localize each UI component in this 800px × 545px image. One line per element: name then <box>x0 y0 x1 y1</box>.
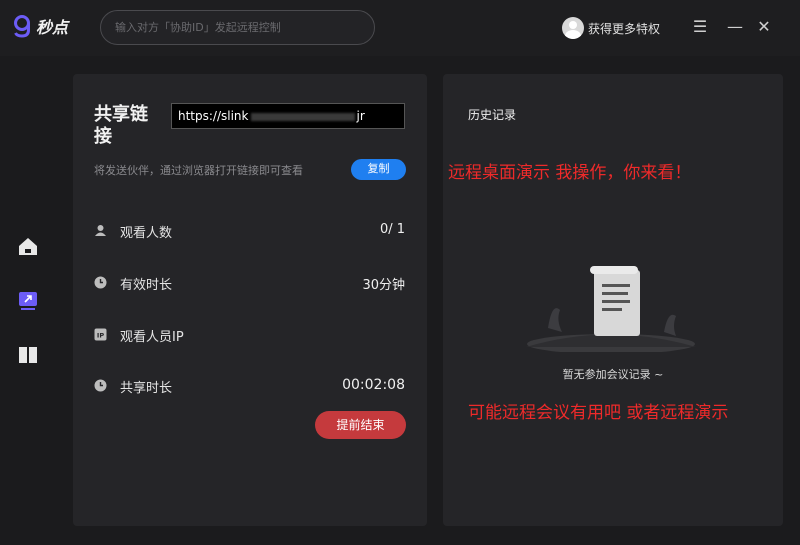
svg-text:IP: IP <box>97 332 104 340</box>
title-bar: 秒点 获得更多特权 ☰ — ✕ <box>0 0 800 56</box>
empty-history-text: 暂无参加会议记录 ~ <box>562 368 664 381</box>
remote-desktop-icon[interactable] <box>17 290 39 312</box>
end-early-button[interactable]: 提前结束 <box>315 411 406 439</box>
sidebar <box>0 56 56 545</box>
app-logo: 秒点 <box>12 14 68 38</box>
search-box[interactable] <box>100 10 375 45</box>
privilege-link[interactable]: 获得更多特权 <box>588 20 660 37</box>
valid-duration-label: 有效时长 <box>120 278 173 293</box>
share-duration-label: 共享时长 <box>120 381 173 396</box>
home-icon[interactable] <box>17 236 39 258</box>
valid-duration-value: 30分钟 <box>362 278 405 293</box>
clock-icon <box>94 379 107 392</box>
viewer-ip-label: 观看人员IP <box>120 330 184 345</box>
user-icon <box>95 225 106 236</box>
book-icon[interactable] <box>17 344 39 366</box>
empty-document-icon <box>526 266 696 352</box>
share-duration-value: 00:02:08 <box>342 377 405 393</box>
menu-icon[interactable]: ☰ <box>690 17 710 37</box>
history-panel: 历史记录 暂无参加会议记录 ~ <box>443 74 783 526</box>
share-hint: 将发送伙伴，通过浏览器打开链接即可查看 <box>94 164 303 177</box>
history-title: 历史记录 <box>468 108 517 122</box>
redacted-link <box>250 112 355 121</box>
share-link-field[interactable]: https://slink jr <box>171 103 405 129</box>
copy-button[interactable]: 复制 <box>351 159 406 180</box>
link-suffix: jr <box>356 109 365 123</box>
share-title: 共享链接 <box>94 104 148 147</box>
logo-icon <box>14 15 30 38</box>
annotation-top: 远程桌面演示 我操作，你来看！ <box>448 163 692 183</box>
minimize-icon[interactable]: — <box>725 17 745 37</box>
app-name: 秒点 <box>36 18 69 37</box>
viewer-count-label: 观看人数 <box>120 226 173 241</box>
avatar[interactable] <box>562 17 584 39</box>
user-menu[interactable]: 获得更多特权 <box>562 17 660 39</box>
close-icon[interactable]: ✕ <box>754 17 774 37</box>
share-panel: 共享链接 https://slink jr 将发送伙伴，通过浏览器打开链接即可查看… <box>73 74 427 526</box>
link-prefix: https://slink <box>178 109 249 123</box>
clock-icon <box>94 276 107 289</box>
ip-icon: IP <box>94 328 107 341</box>
viewer-count-value: 0/ 1 <box>379 222 405 237</box>
annotation-bottom: 可能远程会议有用吧 或者远程演示 <box>468 403 729 423</box>
remote-id-input[interactable] <box>101 11 374 44</box>
